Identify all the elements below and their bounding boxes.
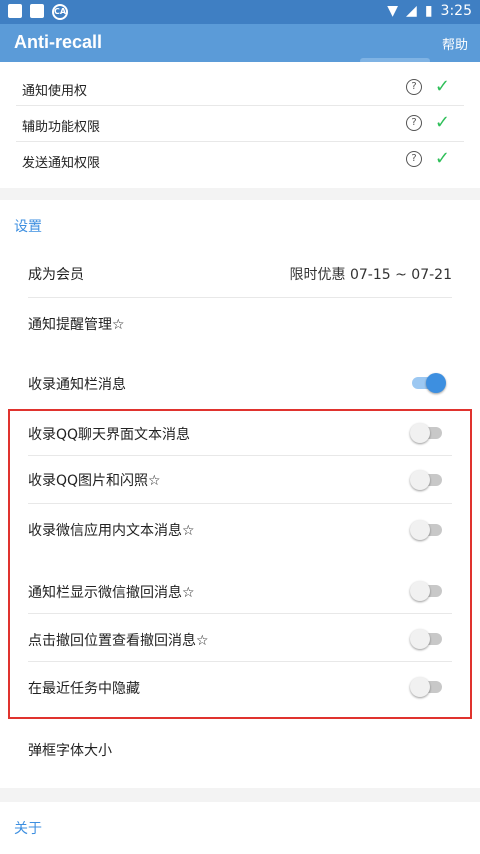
help-icon[interactable]: ? [406, 115, 422, 131]
membership-promo: 限时优惠 07-15 ~ 07-21 [289, 267, 452, 283]
membership-row[interactable]: 成为会员 限时优惠 07-15 ~ 07-21 [28, 248, 452, 298]
font-size-row[interactable]: 弹框字体大小 [28, 730, 452, 774]
record-notification-row[interactable]: 收录通知栏消息 [28, 360, 452, 404]
record-notification-toggle[interactable] [412, 373, 446, 393]
permission-label: 通知使用权 [22, 84, 88, 99]
help-icon[interactable]: ? [406, 79, 422, 95]
about-section-title[interactable]: 关于 [14, 818, 42, 838]
permission-row[interactable]: 发送通知权限 ? ✓ [16, 142, 464, 178]
permission-label: 发送通知权限 [22, 156, 101, 171]
notification-square-icon [30, 4, 44, 18]
status-bar: CA ▼ ◢ ▮ 3:25 [0, 0, 480, 24]
notification-square-icon [8, 4, 22, 18]
wifi-icon: ▼ [387, 3, 399, 19]
help-button[interactable]: 帮助 [442, 34, 468, 53]
app-bar: Anti-recall 帮助 [0, 24, 480, 64]
permissions-card: 通知使用权 ? ✓ 辅助功能权限 ? ✓ 发送通知权限 ? ✓ [0, 62, 480, 188]
app-badge-icon: CA [52, 4, 68, 20]
highlight-box [8, 409, 472, 719]
battery-icon: ▮ [424, 3, 433, 19]
signal-icon: ◢ [406, 3, 417, 19]
toggle-knob [426, 373, 446, 393]
permission-row[interactable]: 通知使用权 ? ✓ [16, 70, 464, 106]
clock: 3:25 [440, 3, 472, 19]
check-icon: ✓ [434, 76, 450, 97]
permission-row[interactable]: 辅助功能权限 ? ✓ [16, 106, 464, 142]
about-card: 关于 [0, 802, 480, 854]
help-icon[interactable]: ? [406, 151, 422, 167]
notification-manage-row[interactable]: 通知提醒管理☆ [28, 298, 452, 348]
settings-section-title: 设置 [14, 219, 42, 235]
check-icon: ✓ [434, 148, 450, 169]
record-notification-label: 收录通知栏消息 [28, 377, 126, 393]
notification-manage-label: 通知提醒管理☆ [28, 317, 125, 333]
app-title: Anti-recall [14, 32, 103, 52]
permission-label: 辅助功能权限 [22, 120, 101, 135]
check-icon: ✓ [434, 112, 450, 133]
font-size-label: 弹框字体大小 [28, 743, 112, 759]
membership-label: 成为会员 [28, 267, 84, 283]
